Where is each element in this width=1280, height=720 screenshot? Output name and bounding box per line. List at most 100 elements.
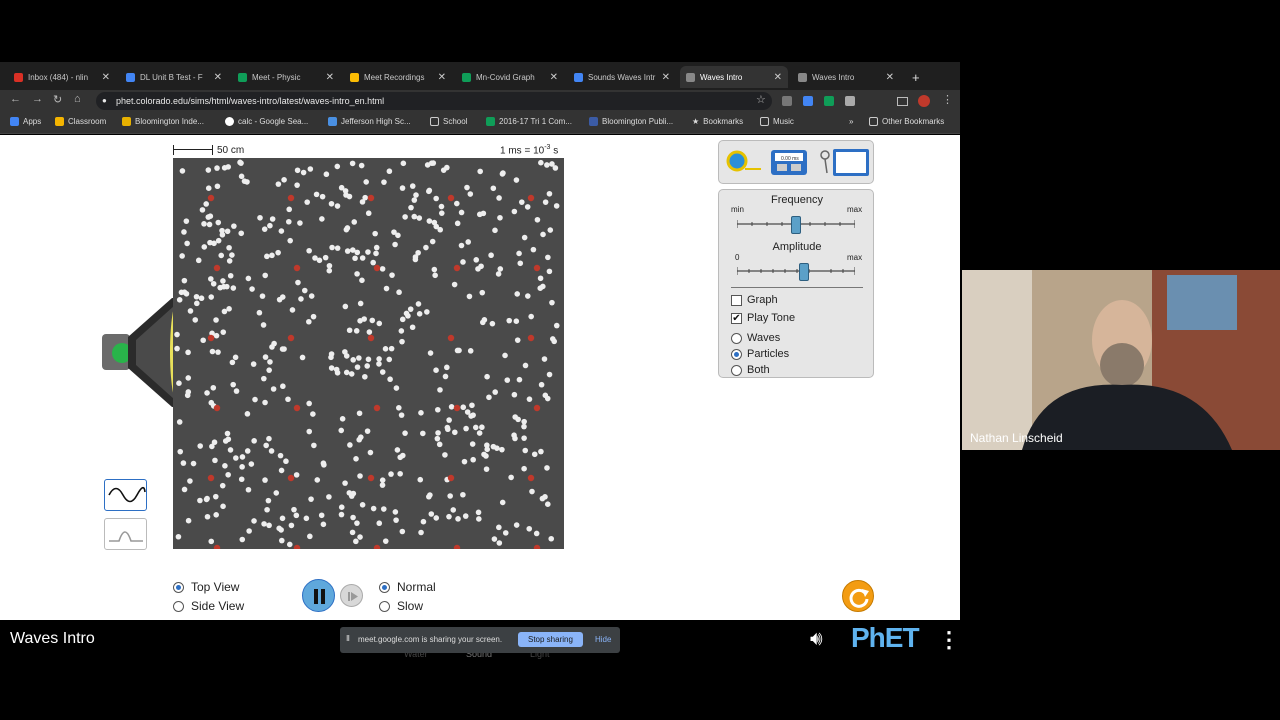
particle bbox=[301, 287, 308, 294]
wave-meter-icon[interactable] bbox=[820, 149, 869, 176]
measuring-tape-icon[interactable] bbox=[726, 150, 761, 172]
sound-toggle-icon[interactable]: 🔊︎ bbox=[810, 628, 823, 651]
radio-circle[interactable] bbox=[731, 332, 742, 344]
docs-icon bbox=[574, 72, 583, 82]
bookmarks-overflow-icon[interactable]: » bbox=[849, 117, 853, 126]
top-view-radio[interactable]: Top View bbox=[173, 580, 239, 594]
bookmark-apps[interactable]: Apps bbox=[10, 117, 41, 126]
pause-button[interactable] bbox=[302, 579, 335, 612]
close-icon[interactable]: ✕ bbox=[882, 72, 894, 83]
particle bbox=[275, 181, 282, 187]
particle bbox=[392, 241, 398, 248]
radio-circle-selected[interactable] bbox=[731, 348, 742, 360]
hide-button[interactable]: Hide bbox=[595, 635, 611, 644]
forward-icon[interactable]: → bbox=[32, 93, 43, 105]
particle bbox=[448, 404, 455, 410]
particle bbox=[423, 244, 429, 251]
side-view-radio[interactable]: Side View bbox=[173, 599, 244, 613]
tab-meet[interactable]: Meet - Physic ✕ bbox=[232, 66, 340, 88]
particle bbox=[213, 317, 219, 323]
radio-circle[interactable] bbox=[731, 364, 742, 376]
reset-all-button[interactable] bbox=[842, 580, 874, 612]
bookmark-bookmarks[interactable]: ★ Bookmarks bbox=[692, 117, 743, 126]
extension-icon[interactable] bbox=[824, 96, 834, 106]
bookmark-school[interactable]: School bbox=[430, 117, 467, 126]
amplitude-slider[interactable] bbox=[736, 263, 856, 283]
radio-circle-selected[interactable] bbox=[173, 581, 184, 593]
particle bbox=[342, 349, 348, 355]
close-icon[interactable]: ✕ bbox=[210, 72, 222, 83]
amplitude-slider-thumb[interactable] bbox=[799, 263, 810, 281]
stop-sharing-button[interactable]: Stop sharing bbox=[518, 632, 583, 647]
bookmark-bloomington-publi[interactable]: Bloomington Publi... bbox=[589, 117, 673, 126]
folder-icon bbox=[430, 117, 439, 126]
radio-circle[interactable] bbox=[173, 600, 184, 612]
bookmark-2016-17[interactable]: 2016-17 Tri 1 Com... bbox=[486, 117, 572, 126]
checkmark-icon[interactable]: ✔ bbox=[731, 312, 742, 324]
particle bbox=[358, 162, 365, 169]
close-icon[interactable]: ✕ bbox=[658, 72, 670, 83]
tab-sounds-waves[interactable]: Sounds Waves Intr ✕ bbox=[568, 66, 676, 88]
bookmark-music[interactable]: Music bbox=[760, 117, 794, 126]
marker-particle bbox=[373, 404, 381, 412]
normal-speed-radio[interactable]: Normal bbox=[379, 580, 436, 594]
tab-dl-unit[interactable]: DL Unit B Test - F ✕ bbox=[120, 66, 228, 88]
avatar[interactable] bbox=[918, 95, 930, 107]
close-icon[interactable]: ✕ bbox=[322, 72, 334, 83]
bookmark-bloomington-inde[interactable]: Bloomington Inde... bbox=[122, 117, 204, 126]
close-icon[interactable]: ✕ bbox=[98, 72, 110, 83]
step-forward-button[interactable] bbox=[340, 584, 363, 607]
close-icon[interactable]: ✕ bbox=[434, 72, 446, 83]
star-icon[interactable]: ☆ bbox=[756, 93, 766, 106]
tab-covid-graph[interactable]: Mn-Covid Graph ✕ bbox=[456, 66, 564, 88]
particle bbox=[392, 509, 399, 515]
bookmark-jefferson[interactable]: Jefferson High Sc... bbox=[328, 117, 411, 126]
extension-icon[interactable] bbox=[803, 96, 813, 106]
menu-kebab-icon[interactable]: ⋮ bbox=[942, 93, 953, 106]
both-radio[interactable]: Both bbox=[731, 364, 770, 376]
frequency-slider[interactable] bbox=[736, 216, 856, 236]
new-tab-button[interactable]: + bbox=[906, 66, 926, 88]
home-icon[interactable]: ⌂ bbox=[74, 93, 81, 105]
bookmark-other[interactable]: Other Bookmarks bbox=[869, 117, 944, 126]
url-input[interactable]: ● phet.colorado.edu/sims/html/waves-intro… bbox=[96, 92, 772, 110]
particle bbox=[198, 295, 205, 302]
checkbox-box[interactable] bbox=[731, 294, 742, 306]
particle bbox=[348, 371, 355, 377]
radio-circle-selected[interactable] bbox=[379, 581, 390, 593]
pause-share-icon: Ⅱ bbox=[346, 634, 350, 643]
bookmark-calc[interactable]: calc - Google Sea... bbox=[225, 117, 308, 126]
slow-speed-radio[interactable]: Slow bbox=[379, 599, 423, 613]
cast-icon[interactable] bbox=[897, 97, 908, 106]
particle bbox=[376, 520, 383, 527]
phet-menu-icon[interactable]: ⋮ bbox=[938, 627, 960, 653]
particle bbox=[179, 168, 186, 174]
radio-circle[interactable] bbox=[379, 600, 390, 612]
particle bbox=[388, 345, 395, 352]
back-icon[interactable]: ← bbox=[10, 93, 21, 105]
tab-meet-recordings[interactable]: Meet Recordings ✕ bbox=[344, 66, 452, 88]
bookmark-classroom[interactable]: Classroom bbox=[55, 117, 106, 126]
close-icon[interactable]: ✕ bbox=[546, 72, 558, 83]
extension-icon[interactable] bbox=[845, 96, 855, 106]
waves-radio[interactable]: Waves bbox=[731, 332, 780, 344]
particles-radio[interactable]: Particles bbox=[731, 348, 789, 360]
particle bbox=[342, 303, 349, 310]
particle bbox=[215, 237, 222, 244]
extension-icon[interactable] bbox=[782, 96, 792, 106]
close-icon[interactable]: ✕ bbox=[770, 72, 782, 83]
stopwatch-icon[interactable] bbox=[771, 150, 807, 175]
tab-waves-intro-active[interactable]: Waves Intro ✕ bbox=[680, 66, 788, 88]
pulse-wave-button[interactable] bbox=[104, 518, 147, 550]
frequency-slider-thumb[interactable] bbox=[791, 216, 801, 234]
play-tone-checkbox[interactable]: ✔ Play Tone bbox=[731, 312, 795, 324]
reload-icon[interactable]: ↻ bbox=[53, 93, 62, 106]
particle bbox=[230, 285, 237, 291]
sine-wave-button[interactable] bbox=[104, 479, 147, 511]
tab-inbox[interactable]: Inbox (484) - nlin ✕ bbox=[8, 66, 116, 88]
particle bbox=[264, 506, 270, 513]
particle bbox=[460, 259, 466, 265]
tab-waves-intro[interactable]: Waves Intro ✕ bbox=[792, 66, 900, 88]
phet-logo[interactable]: PhET bbox=[851, 622, 920, 654]
graph-checkbox[interactable]: Graph bbox=[731, 294, 778, 306]
